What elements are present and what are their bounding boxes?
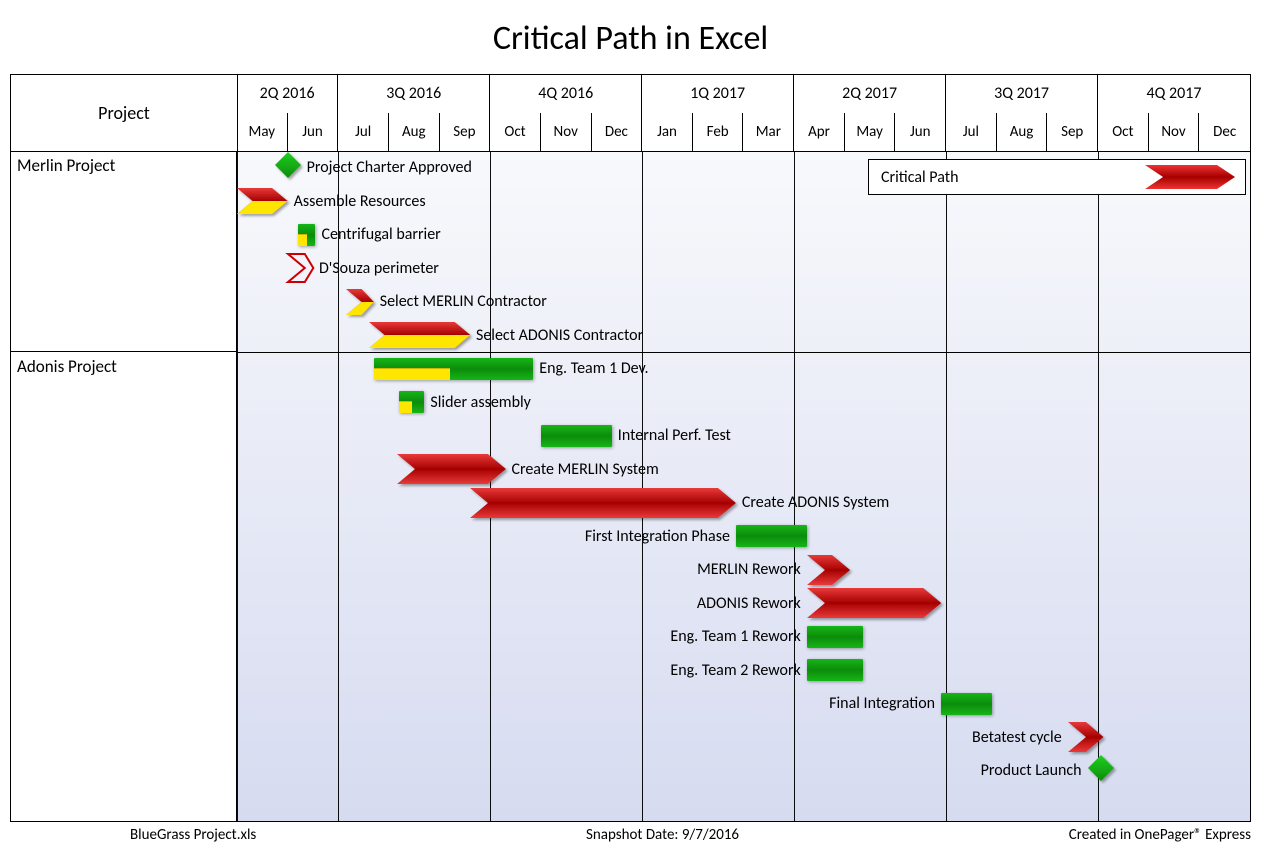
gantt-task[interactable]: D'Souza perimeter xyxy=(288,254,445,282)
task-progress xyxy=(374,368,451,380)
task-label: Slider assembly xyxy=(430,393,531,412)
critical-arrow-icon xyxy=(346,289,374,315)
task-label: Final Integration xyxy=(829,694,935,713)
gantt-task[interactable]: Eng. Team 1 Dev. xyxy=(374,358,655,380)
legend-label: Critical Path xyxy=(881,168,958,187)
task-label: Create ADONIS System xyxy=(742,493,889,512)
gantt-task[interactable]: Select MERLIN Contractor xyxy=(346,289,553,315)
critical-arrow-icon xyxy=(1068,722,1103,752)
task-label: Product Launch xyxy=(981,761,1082,780)
footer: BlueGrass Project.xls Snapshot Date: 9/7… xyxy=(10,826,1251,854)
task-label: Create MERLIN System xyxy=(511,460,658,479)
gantt-task[interactable]: Assemble Resources xyxy=(237,188,432,214)
task-bar xyxy=(807,659,863,681)
task-label: D'Souza perimeter xyxy=(319,259,439,278)
task-label: Centrifugal barrier xyxy=(321,225,440,244)
critical-arrow-icon xyxy=(237,188,288,214)
task-label: Select ADONIS Contractor xyxy=(476,326,643,345)
task-bar xyxy=(807,626,863,648)
critical-arrow-icon xyxy=(397,454,506,484)
critical-arrow-icon xyxy=(807,555,850,585)
task-label: Betatest cycle xyxy=(972,728,1062,747)
gantt-task[interactable]: Create ADONIS System xyxy=(470,488,895,518)
task-bar xyxy=(736,525,807,547)
gantt-task[interactable]: Slider assembly xyxy=(399,391,537,413)
milestone-diamond-icon xyxy=(1088,755,1114,786)
footer-filename: BlueGrass Project.xls xyxy=(130,826,256,844)
task-bar xyxy=(298,224,316,246)
arrow-outline-icon xyxy=(288,254,313,282)
gantt-task[interactable]: Create MERLIN System xyxy=(397,454,665,484)
task-progress xyxy=(298,234,307,246)
task-label: Project Charter Approved xyxy=(307,158,472,177)
footer-snapshot: Snapshot Date: 9/7/2016 xyxy=(586,826,739,844)
project-column-header: Project xyxy=(11,75,238,152)
task-label: ADONIS Rework xyxy=(697,594,801,613)
chart-title: Critical Path in Excel xyxy=(0,0,1261,73)
task-label: Internal Perf. Test xyxy=(618,426,731,445)
critical-arrow-icon xyxy=(369,322,470,348)
task-label: Eng. Team 1 Rework xyxy=(670,627,800,646)
task-label: Assemble Resources xyxy=(294,192,426,211)
project-header-label: Project xyxy=(98,102,150,124)
legend: Critical Path xyxy=(868,159,1246,195)
task-label: Eng. Team 2 Rework xyxy=(670,661,800,680)
gantt-task[interactable]: Centrifugal barrier xyxy=(298,224,447,246)
critical-arrow-icon xyxy=(807,588,941,618)
gantt-task[interactable]: Project Charter Approved xyxy=(275,155,478,181)
task-progress xyxy=(399,401,412,413)
task-bar xyxy=(941,693,992,715)
task-bar xyxy=(374,358,534,380)
task-bar xyxy=(541,425,612,447)
milestone-diamond-icon xyxy=(275,152,301,183)
project-cell: Merlin Project xyxy=(11,151,237,352)
chart-frame: Project 2Q 20163Q 20164Q 20161Q 20172Q 2… xyxy=(10,74,1251,822)
task-label: First Integration Phase xyxy=(585,527,730,546)
gantt-task[interactable]: Select ADONIS Contractor xyxy=(369,322,650,348)
footer-credit: Created in OnePager® Express xyxy=(1069,826,1251,844)
task-label: Select MERLIN Contractor xyxy=(380,292,547,311)
legend-critical-path-icon xyxy=(1145,163,1235,191)
project-cell: Adonis Project xyxy=(11,352,237,821)
critical-arrow-icon xyxy=(470,488,736,518)
page: Critical Path in Excel Project 2Q 20163Q… xyxy=(0,0,1261,862)
task-bar xyxy=(399,391,424,413)
task-label: MERLIN Rework xyxy=(697,560,801,579)
task-label: Eng. Team 1 Dev. xyxy=(539,359,648,378)
gantt-task[interactable]: Internal Perf. Test xyxy=(541,425,737,447)
